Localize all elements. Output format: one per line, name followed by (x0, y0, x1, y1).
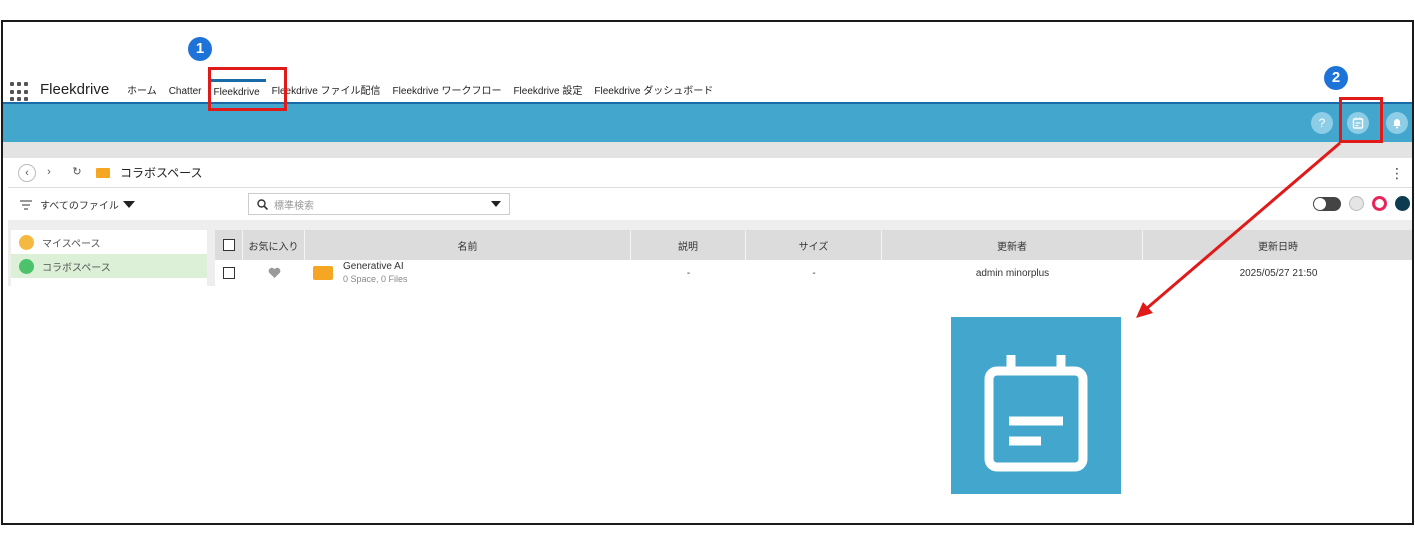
calendar-icon (984, 355, 1088, 472)
callout-arrow (1136, 141, 1341, 318)
calendar-zoom-callout (951, 317, 1121, 494)
